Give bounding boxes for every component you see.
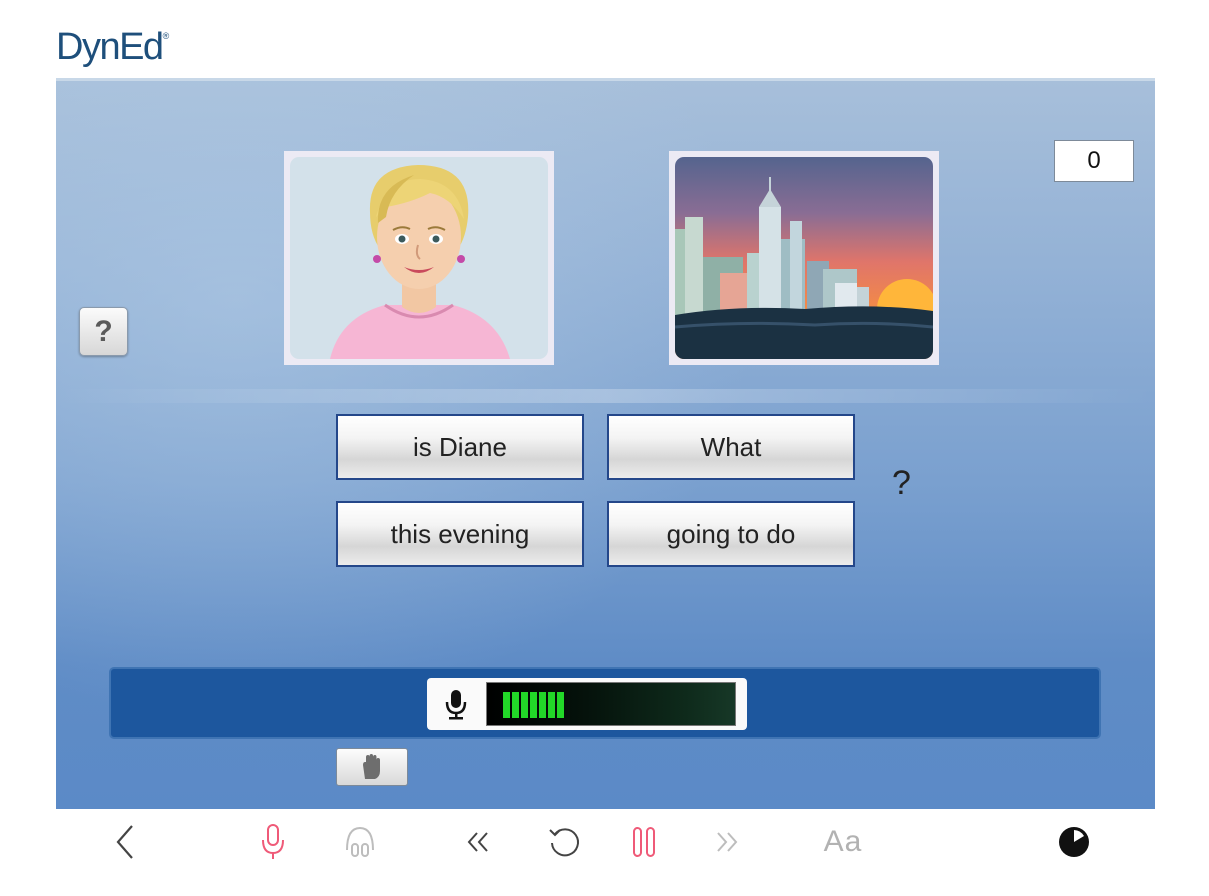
- word-button-this-evening[interactable]: this evening: [336, 501, 584, 567]
- voice-level-segment: [530, 692, 537, 718]
- city-illustration: [675, 157, 933, 359]
- woman-picture[interactable]: [284, 151, 554, 365]
- sentence-question-mark: ?: [892, 464, 911, 502]
- pause-icon[interactable]: [622, 820, 666, 864]
- word-button-going-to-do[interactable]: going to do: [607, 501, 855, 567]
- text-toggle-button[interactable]: Aa: [818, 820, 868, 864]
- replay-icon[interactable]: [542, 820, 586, 864]
- logo-mark: ®: [162, 31, 170, 41]
- microphone-icon: [441, 688, 471, 720]
- bottom-toolbar: Aa: [0, 812, 1209, 872]
- logo-text: DynEd: [56, 26, 164, 68]
- fast-forward-icon[interactable]: [705, 820, 749, 864]
- score-counter: 0: [1054, 140, 1134, 182]
- voice-level-segment: [557, 692, 564, 718]
- recording-bar: [109, 667, 1101, 739]
- voice-level-panel: [427, 678, 747, 730]
- lesson-stage: 0 ? is Diane What this evening going to …: [56, 78, 1155, 809]
- microphone-icon[interactable]: [251, 820, 295, 864]
- woman-illustration: [290, 157, 548, 359]
- rewind-icon[interactable]: [456, 820, 500, 864]
- word-button-what[interactable]: What: [607, 414, 855, 480]
- hand-icon: [363, 754, 380, 779]
- voice-level-segment: [548, 692, 555, 718]
- timer-icon[interactable]: [1052, 820, 1096, 864]
- voice-level-segment: [521, 692, 528, 718]
- app-page: DynEd® 0 ? is Diane What this evening go…: [0, 0, 1209, 896]
- stage-divider: [56, 389, 1155, 403]
- voice-level-segment: [503, 692, 510, 718]
- help-button[interactable]: ?: [79, 307, 128, 356]
- voice-level-meter: [486, 682, 736, 726]
- word-button-is-diane[interactable]: is Diane: [336, 414, 584, 480]
- stop-hand-button[interactable]: [336, 748, 408, 786]
- voice-level-segment: [512, 692, 519, 718]
- city-picture[interactable]: [669, 151, 939, 365]
- dyned-logo: DynEd®: [56, 26, 169, 69]
- voice-level-segment: [539, 692, 546, 718]
- voice-level-fill: [503, 692, 673, 718]
- headphones-icon[interactable]: [338, 820, 382, 864]
- back-icon[interactable]: [104, 820, 148, 864]
